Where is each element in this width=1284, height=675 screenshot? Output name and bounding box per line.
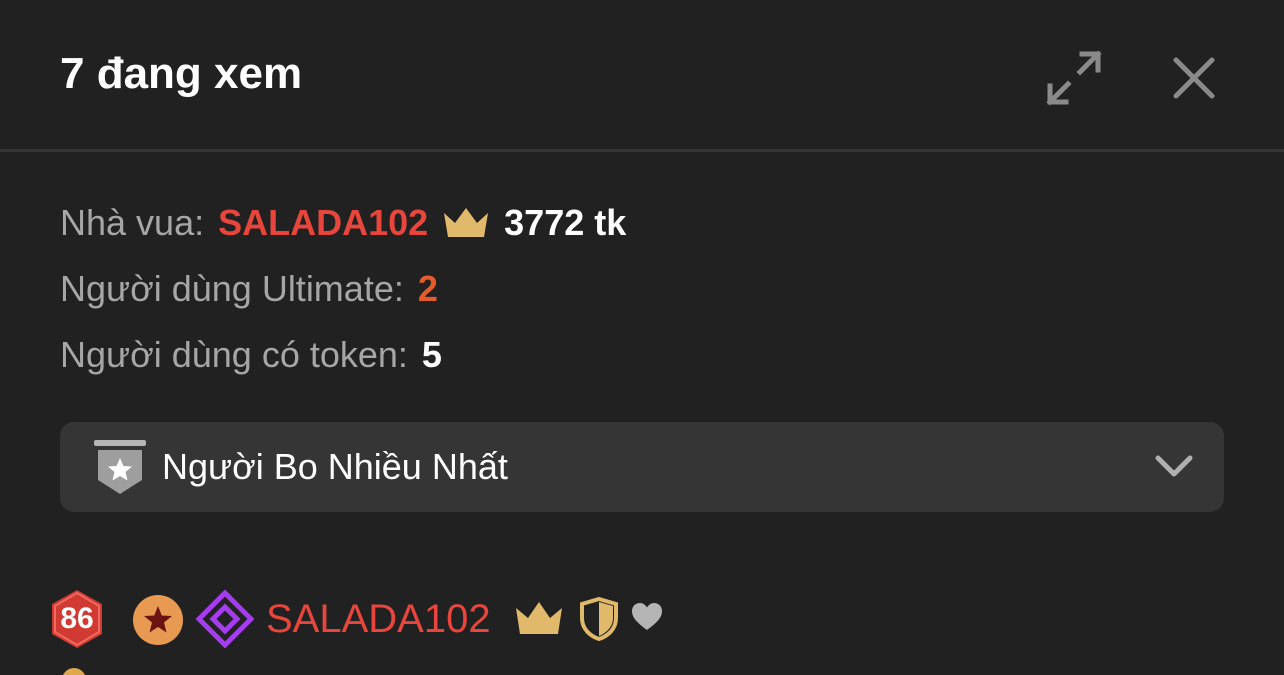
close-button[interactable] [1162, 46, 1226, 110]
panel-header: 7 đang xem [0, 0, 1284, 152]
ultimate-line: Người dùng Ultimate: 2 [60, 256, 626, 322]
ultimate-count: 2 [417, 268, 438, 309]
ultimate-label: Người dùng Ultimate: [60, 268, 404, 309]
token-users-line: Người dùng có token: 5 [60, 322, 626, 388]
user-name[interactable]: SALADA102 [266, 586, 491, 652]
viewers-panel: 7 đang xem Nhà vua: SALADA102 3772 tk Ng… [0, 0, 1284, 675]
chevron-down-icon [1155, 455, 1193, 477]
token-users-count: 5 [421, 334, 442, 375]
king-label: Nhà vua: [60, 202, 205, 243]
viewer-stats: Nhà vua: SALADA102 3772 tk Người dùng Ul… [60, 190, 626, 388]
user-row[interactable]: 86 SALADA102 [46, 586, 1246, 652]
panel-title: 7 đang xem [60, 49, 303, 98]
crown-icon [516, 602, 562, 634]
diamond-icon [196, 590, 254, 648]
expand-button[interactable] [1040, 44, 1108, 112]
shield-icon [580, 596, 618, 642]
sort-dropdown[interactable]: Người Bo Nhiều Nhất [60, 422, 1224, 512]
expand-icon [1046, 50, 1102, 106]
star-shield-icon [94, 440, 146, 494]
crown-icon [442, 205, 490, 241]
dropdown-selected-label: Người Bo Nhiều Nhất [162, 446, 508, 487]
king-tokens: 3772 tk [504, 202, 627, 243]
star-badge-icon [133, 595, 183, 645]
king-line: Nhà vua: SALADA102 3772 tk [60, 190, 626, 256]
close-icon [1173, 57, 1215, 99]
level-badge: 86 [60, 602, 94, 635]
king-name[interactable]: SALADA102 [218, 202, 428, 244]
heart-icon [632, 603, 662, 630]
next-row-badge-icon [62, 668, 86, 675]
token-users-label: Người dùng có token: [60, 334, 408, 375]
